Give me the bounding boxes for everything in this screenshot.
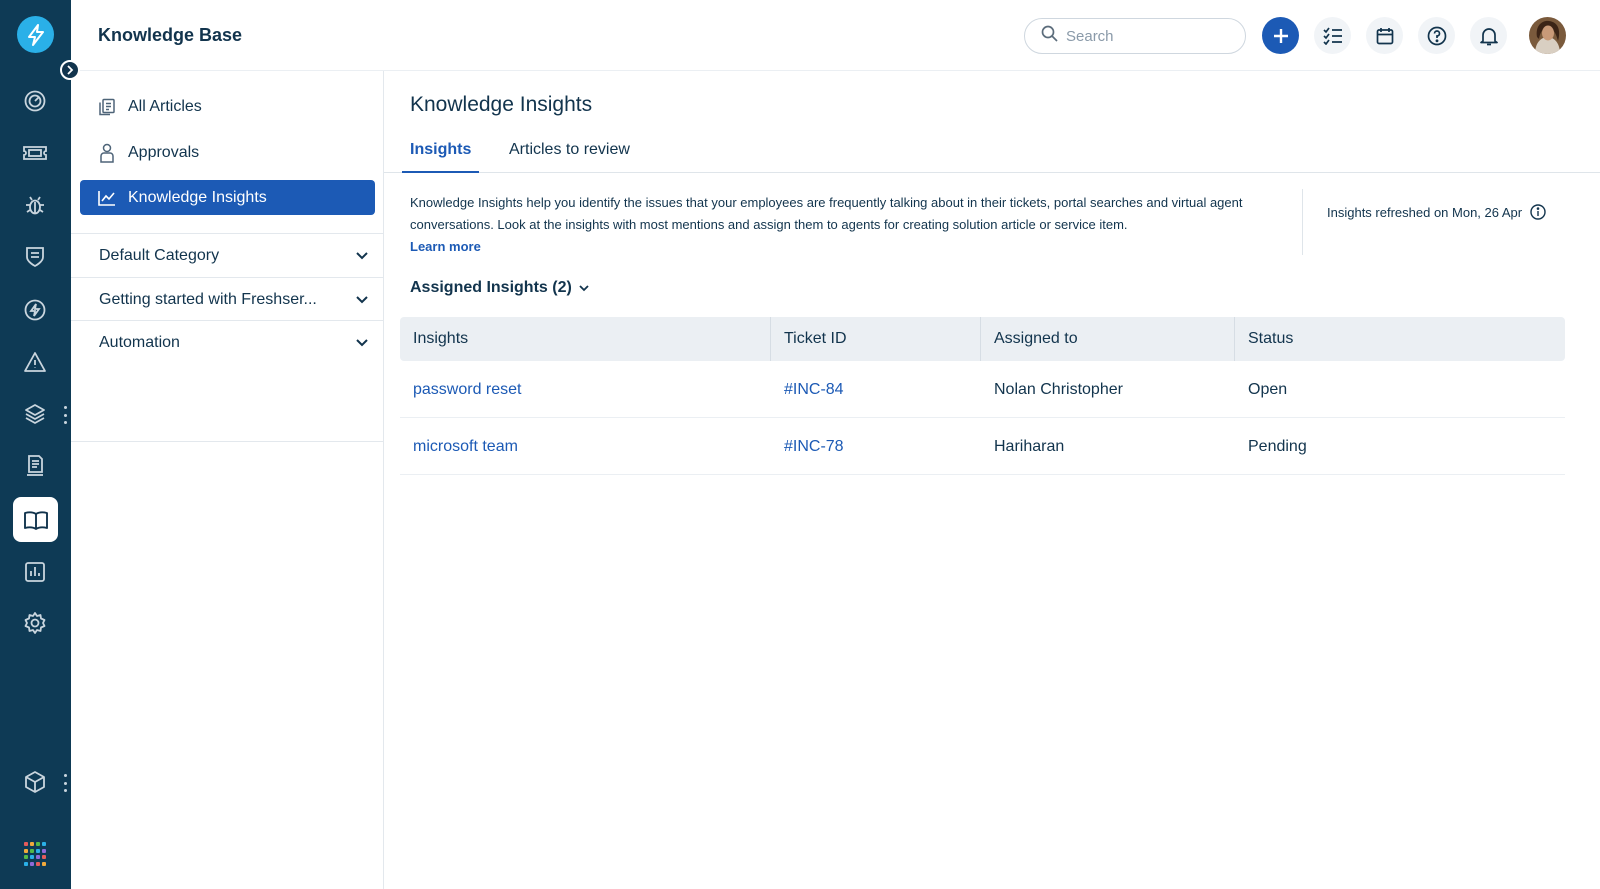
knowledge-base-icon[interactable] (13, 497, 58, 542)
ticket-link[interactable]: #INC-84 (771, 361, 981, 418)
sidebar-expand-button[interactable] (60, 60, 80, 80)
chart-line-icon (96, 187, 118, 209)
knowledge-base-sidebar: All Articles Approvals Knowledge Insight… (71, 71, 384, 889)
status-text: Open (1248, 380, 1288, 398)
alerts-icon[interactable] (15, 342, 55, 382)
cube-icon[interactable] (15, 762, 55, 802)
person-icon (96, 142, 118, 164)
main-content: Knowledge Insights Insights Articles to … (384, 71, 1600, 889)
assigned-agent: Nolan Christopher (994, 380, 1123, 398)
category-getting-started[interactable]: Getting started with Freshser... (71, 277, 384, 321)
todo-list-icon[interactable] (1314, 17, 1351, 54)
table-header: Insights Ticket ID Assigned to Status (400, 317, 1565, 361)
category-label: Automation (99, 333, 180, 351)
assets-icon[interactable] (15, 394, 55, 434)
app-switcher-icon[interactable] (24, 842, 48, 866)
column-header: Assigned to (981, 317, 1235, 361)
calendar-icon[interactable] (1366, 17, 1403, 54)
releases-icon[interactable] (15, 290, 55, 330)
chevron-down-icon[interactable] (354, 292, 370, 308)
insights-table: Insights Ticket ID Assigned to Status pa… (400, 317, 1565, 475)
category-default[interactable]: Default Category (71, 233, 384, 277)
left-rail (0, 0, 71, 889)
insight-link[interactable]: password reset (400, 361, 771, 418)
divider (1302, 189, 1303, 255)
assigned-insights-toggle[interactable]: Assigned Insights (2) (410, 279, 590, 297)
ticket-link[interactable]: #INC-78 (771, 418, 981, 475)
reports-icon[interactable] (15, 552, 55, 592)
top-header: Knowledge Base (71, 0, 1600, 71)
changes-icon[interactable] (15, 237, 55, 277)
sidebar-item-knowledge-insights[interactable]: Knowledge Insights (80, 180, 375, 215)
sidebar-item-label: Knowledge Insights (128, 188, 267, 206)
chevron-down-icon[interactable] (354, 335, 370, 351)
table-row: microsoft team #INC-78 Hariharan Pending (400, 418, 1565, 475)
app-logo-icon[interactable] (17, 16, 54, 53)
refresh-status: Insights refreshed on Mon, 26 Apr (1327, 204, 1546, 220)
sidebar-item-all-articles[interactable]: All Articles (80, 89, 375, 124)
assets-more-icon[interactable] (63, 406, 67, 424)
status-text: Pending (1248, 437, 1307, 455)
tab-articles-to-review[interactable]: Articles to review (509, 141, 630, 173)
description-text: Knowledge Insights help you identify the… (410, 195, 1243, 232)
divider (71, 441, 384, 442)
sidebar-item-approvals[interactable]: Approvals (80, 135, 375, 170)
tab-insights[interactable]: Insights (402, 141, 480, 173)
search-icon (1041, 25, 1058, 47)
cube-more-icon[interactable] (63, 774, 67, 792)
add-new-button[interactable] (1262, 17, 1299, 54)
problems-icon[interactable] (15, 185, 55, 225)
chevron-down-icon[interactable] (354, 248, 370, 264)
sidebar-item-label: All Articles (128, 97, 202, 115)
category-automation[interactable]: Automation (71, 320, 384, 364)
tabs-bar: Insights Articles to review (384, 131, 1600, 173)
admin-settings-icon[interactable] (15, 603, 55, 643)
chevron-down-icon (578, 282, 590, 294)
search-input[interactable] (1066, 27, 1226, 45)
table-row: password reset #INC-84 Nolan Christopher… (400, 361, 1565, 418)
insight-link[interactable]: microsoft team (400, 418, 771, 475)
sidebar-item-label: Approvals (128, 143, 200, 161)
dashboard-icon[interactable] (15, 81, 55, 121)
notifications-bell-icon[interactable] (1470, 17, 1507, 54)
articles-icon (96, 96, 118, 118)
user-avatar[interactable] (1529, 17, 1566, 54)
category-label: Default Category (99, 246, 220, 264)
page-title: Knowledge Insights (410, 93, 593, 116)
category-label: Getting started with Freshser... (99, 290, 317, 308)
insights-description: Knowledge Insights help you identify the… (410, 192, 1286, 258)
column-header: Ticket ID (771, 317, 981, 361)
info-icon[interactable] (1530, 204, 1546, 220)
assigned-agent: Hariharan (994, 437, 1065, 455)
app-title: Knowledge Base (98, 25, 243, 45)
search-box[interactable] (1024, 18, 1246, 54)
learn-more-link[interactable]: Learn more (410, 239, 481, 254)
help-icon[interactable] (1418, 17, 1455, 54)
section-title: Assigned Insights (2) (410, 279, 572, 296)
column-header: Insights (400, 317, 771, 361)
column-header: Status (1248, 330, 1294, 347)
contracts-icon[interactable] (15, 446, 55, 486)
tickets-icon[interactable] (15, 133, 55, 173)
refreshed-text: Insights refreshed on Mon, 26 Apr (1327, 204, 1523, 220)
